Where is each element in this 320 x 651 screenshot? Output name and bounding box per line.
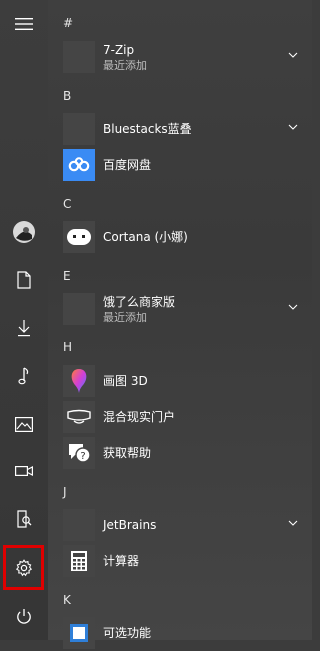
power-button[interactable] — [0, 592, 48, 640]
documents-button[interactable] — [0, 256, 48, 304]
section-header[interactable]: J — [63, 484, 67, 500]
downloads-button[interactable] — [0, 304, 48, 352]
app-item-calculator[interactable]: 计算器 — [48, 543, 312, 579]
recently-added-label: 最近添加 — [103, 59, 147, 72]
mixed-reality-icon — [63, 401, 95, 433]
paint3d-icon — [63, 365, 95, 397]
app-item-paint3d[interactable]: 画图 3D — [48, 363, 312, 399]
music-icon — [18, 367, 29, 385]
folder-tile-icon — [63, 509, 95, 541]
section-header[interactable]: E — [63, 268, 71, 284]
settings-highlight-box — [3, 545, 44, 590]
power-icon — [17, 608, 31, 624]
chevron-down-icon — [288, 52, 298, 58]
folder-tile-icon — [63, 293, 95, 325]
optional-features-icon — [63, 617, 95, 649]
chevron-down-icon — [288, 304, 298, 310]
app-list: # 7-Zip 最近添加 B Bluestacks蓝叠 百度网盘 C Corta… — [48, 0, 312, 649]
app-item-7zip[interactable]: 7-Zip 最近添加 — [48, 39, 312, 75]
svg-text:?: ? — [80, 451, 85, 462]
section-header[interactable]: C — [63, 196, 71, 212]
user-account-button[interactable] — [0, 208, 48, 256]
app-name: 饿了么商家版 — [103, 295, 176, 309]
get-help-icon: ? — [63, 437, 95, 469]
app-name: Bluestacks蓝叠 — [103, 122, 192, 136]
expand-menu-button[interactable] — [0, 0, 48, 48]
videos-button[interactable] — [0, 447, 48, 495]
section-header[interactable]: # — [63, 15, 73, 31]
app-item-eleme[interactable]: 饿了么商家版 最近添加 — [48, 291, 312, 327]
app-name: JetBrains — [103, 518, 157, 532]
chevron-down-icon — [288, 520, 298, 526]
music-button[interactable] — [0, 352, 48, 400]
start-rail — [0, 0, 48, 640]
section-header[interactable]: K — [63, 592, 71, 608]
app-name: 混合现实门户 — [103, 410, 176, 424]
pictures-icon — [15, 416, 33, 432]
app-name: 百度网盘 — [103, 158, 152, 172]
calculator-icon — [63, 545, 95, 577]
file-explorer-button[interactable] — [0, 495, 48, 543]
recently-added-label: 最近添加 — [103, 311, 147, 324]
cortana-icon — [63, 221, 95, 253]
file-explorer-icon — [17, 510, 32, 528]
app-name: 计算器 — [103, 554, 140, 568]
avatar — [13, 221, 35, 243]
baidu-netdisk-icon — [63, 149, 95, 181]
app-item-mixed-reality[interactable]: 混合现实门户 — [48, 399, 312, 435]
app-name: 7-Zip — [103, 43, 135, 57]
chevron-down-icon — [288, 124, 298, 130]
pictures-button[interactable] — [0, 400, 48, 448]
document-icon — [17, 271, 31, 289]
app-item-bluestacks[interactable]: Bluestacks蓝叠 — [48, 111, 312, 147]
app-item-cortana[interactable]: Cortana (小娜) — [48, 219, 312, 255]
section-header[interactable]: B — [63, 88, 71, 104]
videos-icon — [15, 466, 33, 477]
app-item-get-help[interactable]: ? 获取帮助 — [48, 435, 312, 471]
hamburger-icon — [15, 18, 33, 30]
app-name: 画图 3D — [103, 374, 148, 388]
section-header[interactable]: H — [63, 339, 72, 355]
app-item-baidu-netdisk[interactable]: 百度网盘 — [48, 147, 312, 183]
folder-tile-icon — [63, 41, 95, 73]
app-name: 获取帮助 — [103, 446, 152, 460]
app-item-optional-features[interactable]: 可选功能 — [48, 615, 312, 651]
folder-tile-icon — [63, 113, 95, 145]
downloads-icon — [18, 320, 30, 337]
app-name: Cortana (小娜) — [103, 230, 188, 244]
app-name: 可选功能 — [103, 626, 152, 640]
app-item-jetbrains[interactable]: JetBrains — [48, 507, 312, 543]
